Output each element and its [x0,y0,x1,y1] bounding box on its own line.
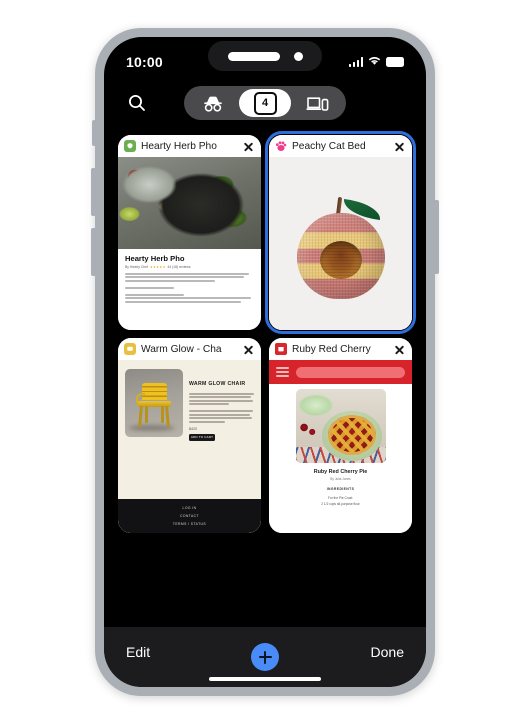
tab-grid: Hearty Herb Pho Hearty Herb Pho By Heart… [104,129,426,627]
ingredients-heading: INGREDIENTS [326,487,355,491]
tab-header: Ruby Red Cherry [269,338,412,360]
apple-opening [319,240,362,279]
product-description [189,392,254,423]
tab-title: Peachy Cat Bed [292,140,366,152]
status-time: 10:00 [126,54,163,70]
pho-paragraph [125,273,254,303]
tab-thumbnail: WARM GLOW CHAIR $420 ADD TO CART LOG IN … [118,360,261,533]
leaf-favicon [124,140,136,152]
battery-icon [386,57,404,67]
phone-frame: 10:00 4 Hearty Herb Pho Hearty Herb Pho … [91,28,439,696]
chair-photo [125,369,183,437]
dynamic-island [208,41,322,71]
footer-link-contact[interactable]: CONTACT [180,514,199,518]
tab-header: Warm Glow - Cha [118,338,261,360]
pho-photo [118,157,261,249]
recipe-heading: Ruby Red Cherry Pie [313,469,368,475]
tab-card-peachy-cat-bed[interactable]: Peachy Cat Bed [265,131,416,334]
speaker-slot [227,51,280,61]
close-tab-icon[interactable] [393,140,406,153]
wifi-icon [368,53,381,71]
segment-tab-count[interactable]: 4 [239,89,291,117]
add-to-cart-label: ADD TO CART [190,435,214,440]
home-indicator[interactable] [209,676,321,681]
cat-paw-favicon [275,140,287,152]
footer-link-login[interactable]: LOG IN [183,506,197,510]
product-heading: WARM GLOW CHAIR [189,381,246,387]
yellow-chair [136,383,174,428]
recipe-byline: By Julia Jones [330,477,351,481]
cat-bed-photo [269,157,412,330]
tab-count-icon: 4 [253,91,277,115]
tab-thumbnail: Hearty Herb Pho By Hearty Chef 44 (18) r… [118,157,261,330]
warm-glow-page: WARM GLOW CHAIR $420 ADD TO CART LOG IN … [118,360,261,533]
tab-count-label: 4 [261,97,269,109]
close-tab-icon[interactable] [242,140,255,153]
tab-card-ruby-red-cherry[interactable]: Ruby Red Cherry Ruby Red Cherry Pie By J… [269,338,412,533]
bottom-toolbar: Edit Done [104,627,426,687]
page-footer: LOG IN CONTACT TERMS / STATUS [118,499,261,533]
ingredient-item: 2 1/2 cups all-purpose flour [321,502,360,507]
status-icons [348,53,404,71]
segment-devices[interactable] [291,89,343,117]
volume-down-button[interactable] [91,228,96,276]
tab-title: Warm Glow - Cha [141,343,222,355]
rating-stars-icon [150,265,166,269]
tab-title: Ruby Red Cherry [292,343,371,355]
pho-author: By Hearty Chef [125,265,148,269]
tab-title: Hearty Herb Pho [141,140,217,152]
cherry-pie-photo [295,389,386,463]
front-camera [293,51,303,61]
product-price: $420 [189,426,197,431]
volume-up-button[interactable] [91,168,96,216]
hamburger-menu-icon[interactable] [276,366,289,378]
mute-switch[interactable] [92,120,96,146]
tab-card-hearty-herb-pho[interactable]: Hearty Herb Pho Hearty Herb Pho By Heart… [118,135,261,330]
done-button[interactable]: Done [371,644,404,660]
header-search-bar[interactable] [296,366,405,378]
edit-button[interactable]: Edit [126,644,150,660]
tab-card-warm-glow-chair[interactable]: Warm Glow - Cha WARM GLOW CHAIR $420 ADD… [118,338,261,533]
pho-article: Hearty Herb Pho By Hearty Chef 44 (18) r… [118,249,261,303]
pho-byline: By Hearty Chef 44 (18) reviews [125,265,254,269]
power-button[interactable] [434,200,439,274]
new-tab-button[interactable] [251,643,279,671]
close-tab-icon[interactable] [393,343,406,356]
tab-header: Hearty Herb Pho [118,135,261,157]
chat-favicon [124,343,136,355]
footer-link-terms[interactable]: TERMS / STATUS [173,522,206,526]
phone-screen: 10:00 4 Hearty Herb Pho Hearty Herb Pho … [104,37,426,687]
segment-incognito[interactable] [187,89,239,117]
search-icon[interactable] [122,88,152,118]
pho-reviews: 44 (18) reviews [167,265,191,269]
site-header [269,360,412,384]
calendar-favicon [275,343,287,355]
browser-top-bar: 4 [104,81,426,125]
tab-thumbnail: Ruby Red Cherry Pie By Julia Jones INGRE… [269,360,412,533]
close-tab-icon[interactable] [242,343,255,356]
cellular-signal-icon [348,57,363,67]
pho-heading: Hearty Herb Pho [125,254,185,263]
tab-mode-segmented-control: 4 [184,86,346,120]
tab-thumbnail [269,157,412,330]
cherry-pie-page: Ruby Red Cherry Pie By Julia Jones INGRE… [269,360,412,533]
add-to-cart-button[interactable]: ADD TO CART [189,433,215,441]
tab-header: Peachy Cat Bed [269,135,412,157]
